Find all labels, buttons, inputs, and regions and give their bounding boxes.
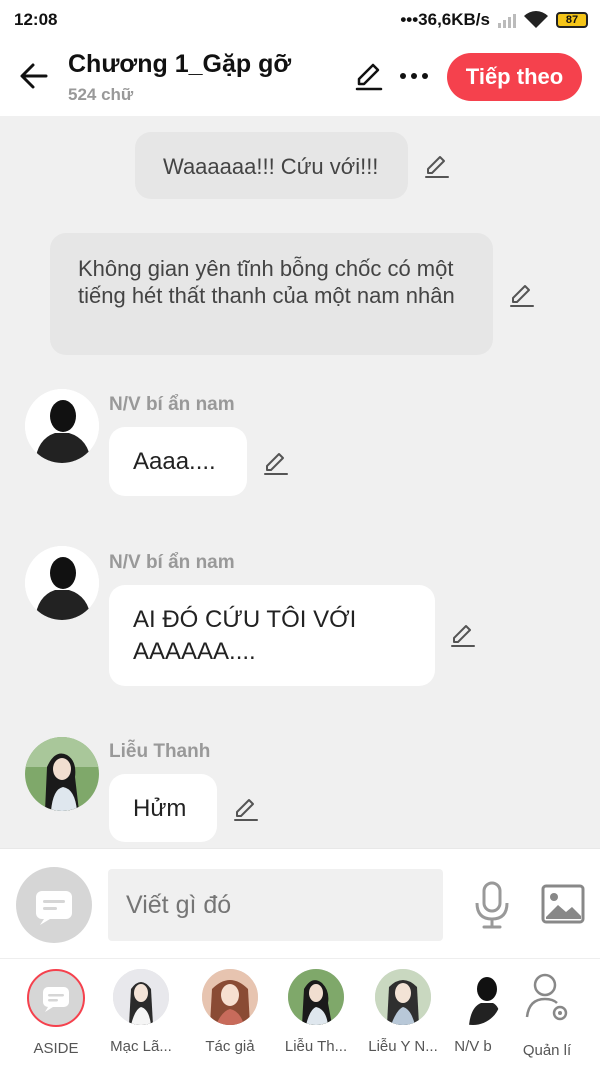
dialogue-text: Aaaa....	[133, 448, 216, 475]
character-name: Liễu Thanh	[109, 741, 211, 762]
edit-title-icon[interactable]	[353, 60, 385, 92]
status-icons: •••36,6KB/s 87	[400, 10, 588, 30]
chapter-header: Chương 1_Gặp gỡ 524 chữ Tiếp theo	[0, 40, 600, 116]
edit-message-icon[interactable]	[508, 281, 536, 309]
character-tab-label: Liễu Y N...	[368, 1038, 438, 1055]
character-avatar	[445, 969, 501, 1025]
narration-bubble[interactable]: Không gian yên tĩnh bỗng chốc có một tiế…	[50, 233, 493, 355]
character-bar: ASIDE Mạc Lã... Tác giả Liễu Th... Liễu …	[0, 958, 600, 1067]
title-block: Chương 1_Gặp gỡ 524 chữ	[68, 50, 291, 105]
back-arrow-icon[interactable]	[16, 58, 52, 94]
portrait-avatar-icon	[25, 737, 99, 811]
character-avatar	[113, 969, 169, 1025]
character-avatar	[288, 969, 344, 1025]
portrait-avatar-icon	[113, 969, 169, 1025]
character-avatar[interactable]	[25, 737, 99, 811]
narration-text: Waaaaaa!!! Cứu với!!!	[163, 154, 379, 179]
character-tab-label: Tác giả	[205, 1038, 255, 1055]
character-tab[interactable]: Liễu Th...	[274, 969, 358, 1061]
edit-message-icon[interactable]	[449, 621, 477, 649]
character-tab-label: ASIDE	[33, 1040, 79, 1057]
image-icon[interactable]	[540, 883, 586, 925]
dialogue-bubble[interactable]: Aaaa....	[109, 427, 247, 496]
manage-characters-tab[interactable]: Quản lí	[505, 969, 589, 1061]
chat-bubble-icon	[43, 987, 69, 1012]
chat-bubble-icon	[36, 891, 72, 925]
chapter-title: Chương 1_Gặp gỡ	[68, 50, 292, 78]
character-tab[interactable]: Liễu Y N...	[361, 969, 445, 1061]
word-count: 524 chữ	[68, 85, 134, 104]
edit-message-icon[interactable]	[423, 152, 451, 180]
message-composer	[0, 848, 600, 958]
silhouette-icon	[445, 969, 501, 1025]
character-avatar	[202, 969, 258, 1025]
character-avatar	[375, 969, 431, 1025]
aside-toggle-button[interactable]	[16, 867, 92, 943]
edit-message-icon[interactable]	[262, 449, 290, 477]
network-speed: •••36,6KB/s	[400, 10, 490, 29]
dialogue-text-line: AAAAAA....	[133, 638, 256, 665]
microphone-icon[interactable]	[472, 881, 512, 929]
message-input[interactable]	[108, 869, 443, 941]
portrait-avatar-icon	[375, 969, 431, 1025]
signal-icon	[498, 12, 516, 28]
dialogue-text-line: AI ĐÓ CỨU TÔI VỚI	[133, 606, 357, 633]
character-avatar[interactable]	[25, 389, 99, 463]
next-button[interactable]: Tiếp theo	[447, 53, 582, 101]
character-tab[interactable]: Tác giả	[188, 969, 272, 1061]
silhouette-icon	[25, 546, 99, 620]
status-bar: 12:08 •••36,6KB/s 87	[0, 0, 600, 40]
battery-icon: 87	[556, 12, 588, 28]
edit-message-icon[interactable]	[232, 795, 260, 823]
silhouette-icon	[25, 389, 99, 463]
status-time: 12:08	[14, 10, 58, 29]
portrait-avatar-icon	[202, 969, 258, 1025]
aside-avatar	[27, 969, 85, 1027]
character-name: N/V bí ẩn nam	[109, 552, 235, 573]
narration-text: Không gian yên tĩnh bỗng chốc có một tiế…	[78, 256, 455, 308]
character-tab-label: Quản lí	[522, 1042, 572, 1059]
character-tab[interactable]: N/V b	[445, 969, 501, 1061]
portrait-avatar-icon	[288, 969, 344, 1025]
dialogue-text: Hửm	[133, 795, 187, 822]
character-name: N/V bí ẩn nam	[109, 394, 235, 415]
character-tab[interactable]: Mạc Lã...	[99, 969, 183, 1061]
character-tab-aside[interactable]: ASIDE	[14, 969, 98, 1061]
narration-bubble[interactable]: Waaaaaa!!! Cứu với!!!	[135, 132, 408, 199]
wifi-icon	[524, 11, 548, 28]
dialogue-bubble[interactable]: AI ĐÓ CỨU TÔI VỚI AAAAAA....	[109, 585, 435, 686]
character-avatar[interactable]	[25, 546, 99, 620]
character-tab-label: Liễu Th...	[284, 1038, 348, 1055]
more-options-icon[interactable]	[398, 62, 430, 90]
user-settings-icon	[525, 973, 568, 1021]
dialogue-bubble[interactable]: Hửm	[109, 774, 217, 842]
character-tab-label: N/V b	[454, 1038, 492, 1055]
character-tab-label: Mạc Lã...	[110, 1038, 172, 1055]
